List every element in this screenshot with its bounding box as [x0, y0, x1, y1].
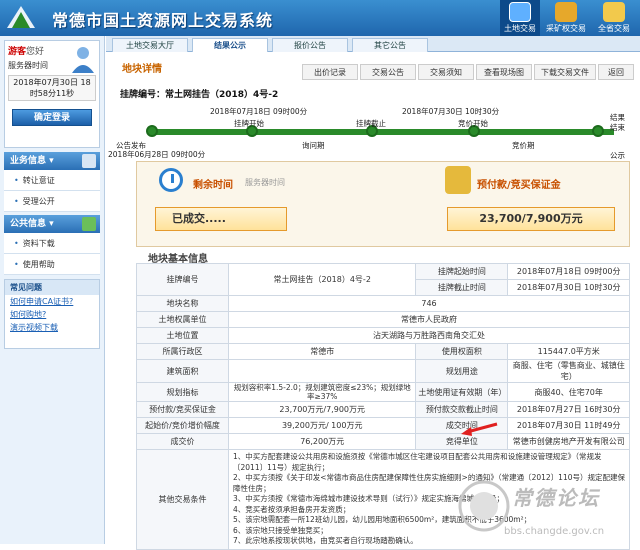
tab-other-notice[interactable]: 其它公告	[352, 38, 428, 52]
publish-time: 2018年06月28日 09时00分	[108, 150, 206, 159]
remaining-label: 剩余时间	[193, 180, 233, 191]
table-row: 地块名称 746	[136, 295, 630, 312]
land-info-title: 地块详情	[122, 64, 162, 75]
listing-start-time: 2018年07月18日 09时00分	[210, 107, 308, 116]
server-time-hint: 服务器时间	[245, 178, 285, 187]
remaining-value: 已成交.....	[155, 207, 287, 231]
site-title: 常德市国土资源网上交易系统	[52, 11, 274, 30]
table-row: 建筑面积 规划用途 商服、住宅（零售商业、城镇住宅）	[136, 359, 630, 383]
stage-result-2: 结束	[610, 123, 625, 132]
table-row: 土地位置 沾天湖路与万胜路西南角交汇处	[136, 327, 630, 344]
subtab-back[interactable]: 返回	[598, 64, 634, 80]
timeline-bar	[152, 129, 614, 135]
pen-icon	[82, 154, 96, 168]
user-avatar-icon	[72, 47, 94, 73]
nav-province-trade[interactable]: 全省交易	[594, 0, 634, 36]
stage-listing-start: 挂牌开始	[234, 119, 264, 128]
stage-inquiry: 询问期	[302, 141, 325, 150]
business-info-header[interactable]: 业务信息 ▾	[4, 152, 100, 170]
lot-heading: 挂牌编号：常土网挂告（2018）4号-2	[120, 90, 279, 100]
logo-icon	[7, 6, 35, 28]
money-icon	[445, 166, 471, 194]
main-tabs: 土地交易大厅 结果公示 报价公告 其它公告	[106, 36, 640, 52]
faq-box: 常见问题 如何申请CA证书? 如何购地? 演示视频下载	[4, 279, 100, 349]
stage-bidding: 竞价期	[512, 141, 535, 150]
forum-logo-icon	[458, 480, 510, 532]
subtab-site-map[interactable]: 查看现场图	[476, 64, 532, 80]
land-trade-icon	[509, 2, 531, 22]
province-trade-icon	[603, 2, 625, 22]
timeline-dot-result	[592, 125, 604, 137]
public-info-header[interactable]: 公共信息 ▾	[4, 215, 100, 233]
timeline-dot-publish	[146, 125, 158, 137]
app-header: 常德市国土资源网上交易系统 土地交易 采矿权交易 全省交易	[0, 0, 640, 36]
watermark-url: bbs.changde.gov.cn	[504, 526, 605, 537]
subtab-trade-rules[interactable]: 交易须知	[418, 64, 474, 80]
table-row: 所属行政区 常德市 使用权面积 115447.0平方米	[136, 343, 630, 360]
table-row: 预付款/竞买保证金 23,700万元/7,900万元 预付款交款截止时间 201…	[136, 401, 630, 418]
nav-land-trade[interactable]: 土地交易	[500, 0, 540, 36]
deposit-label: 预付款/竞买保证金	[477, 180, 561, 191]
watermark-text: 常德论坛	[512, 486, 600, 510]
stage-listing-end: 挂牌截止	[356, 119, 386, 128]
stage-result-3: 公示	[610, 151, 625, 160]
tab-quote-notice[interactable]: 报价公告	[272, 38, 348, 52]
status-panel: 剩余时间 服务器时间 已成交..... 预付款/竞买保证金 23,700/7,9…	[136, 161, 630, 247]
table-row: 起始价/竞价增价幅度 39,200万元/ 100万元 成交时间 2018年07月…	[136, 417, 630, 434]
progress-timeline: 2018年07月18日 09时00分 2018年07月30日 10时30分 挂牌…	[108, 104, 640, 160]
table-row: 挂牌编号 常土网挂告（2018）4号-2 挂牌起始时间 2018年07月18日 …	[136, 263, 630, 296]
nav-mining-trade[interactable]: 采矿权交易	[546, 0, 586, 36]
sub-nav: 地块详情 出价记录 交易公告 交易须知 查看现场图 下载交易文件 返回	[106, 58, 640, 80]
sidebar-item-accept[interactable]: 受理公开	[4, 191, 100, 212]
faq-link-video[interactable]: 演示视频下载	[5, 321, 99, 334]
tab-result-notice[interactable]: 结果公示	[192, 38, 268, 52]
book-icon	[82, 217, 96, 231]
deposit-value: 23,700/7,900万元	[447, 207, 615, 231]
faq-link-ca[interactable]: 如何申请CA证书?	[5, 295, 99, 308]
watermark: 常德论坛 bbs.changde.gov.cn	[448, 478, 640, 544]
table-row: 土地权属单位 常德市人民政府	[136, 311, 630, 328]
sidebar-item-download[interactable]: 资料下载	[4, 233, 100, 254]
server-time: 2018年07月30日 18时58分11秒	[8, 75, 96, 101]
faq-link-buy[interactable]: 如何购地?	[5, 308, 99, 321]
tab-land-hall[interactable]: 土地交易大厅	[112, 38, 188, 52]
login-button[interactable]: 确定登录	[12, 109, 92, 126]
faq-title: 常见问题	[5, 280, 99, 295]
stage-bid-start: 竞价开始	[458, 119, 488, 128]
clock-icon	[159, 168, 183, 192]
table-row: 规划指标 规划容积率1.5-2.0；规划建筑密度≤23%；规划绿地率≥37% 土…	[136, 382, 630, 402]
listing-end-time: 2018年07月30日 10时30分	[402, 107, 500, 116]
red-arrow-icon	[461, 422, 498, 436]
subtab-download-files[interactable]: 下载交易文件	[534, 64, 596, 80]
sidebar-item-transfer[interactable]: 转让意证	[4, 170, 100, 191]
mining-trade-icon	[555, 2, 577, 22]
subtab-trade-notice[interactable]: 交易公告	[360, 64, 416, 80]
sidebar: 游客您好 服务器时间 2018年07月30日 18时58分11秒 确定登录 业务…	[0, 36, 105, 544]
subtab-bid-record[interactable]: 出价记录	[302, 64, 358, 80]
login-box: 游客您好 服务器时间 2018年07月30日 18时58分11秒 确定登录	[4, 40, 100, 148]
table-row: 成交价 76,200万元 竞得单位 常德市创健房地产开发有限公司	[136, 433, 630, 450]
sidebar-item-help[interactable]: 使用帮助	[4, 254, 100, 275]
